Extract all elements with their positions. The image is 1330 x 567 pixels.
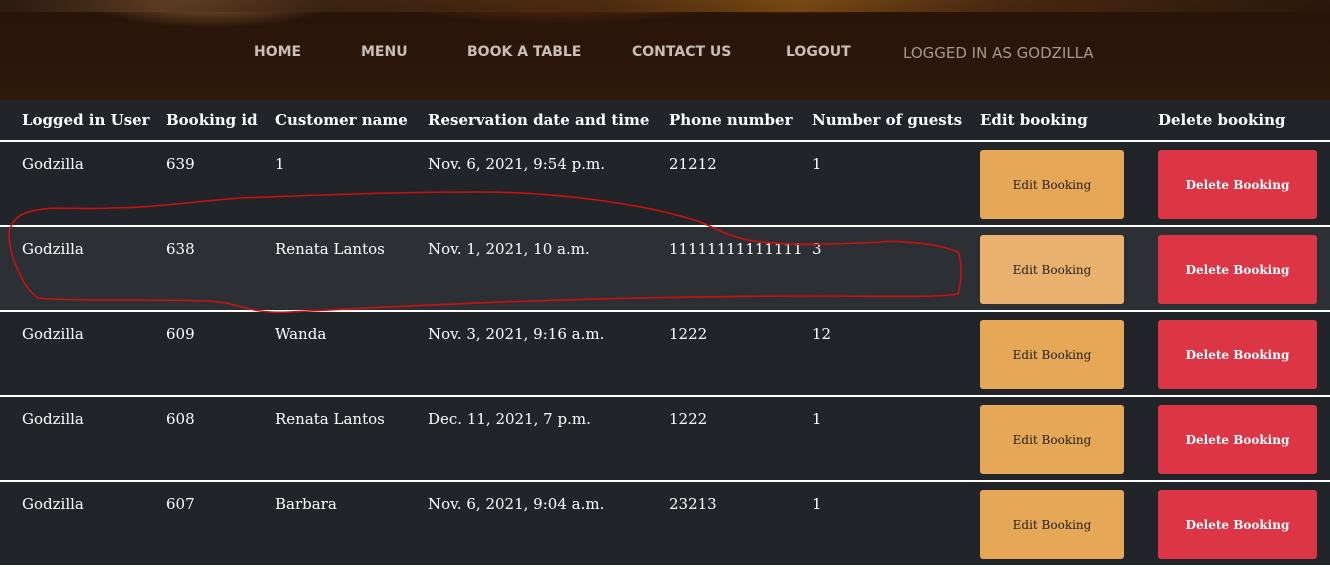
edit-booking-button[interactable]: Edit Booking [980,405,1124,474]
delete-booking-button[interactable]: Delete Booking [1158,320,1317,389]
site-header: HOME MENU BOOK A TABLE CONTACT US LOGOUT… [0,0,1330,100]
nav-contact-us-link[interactable]: CONTACT US [632,44,731,60]
edit-booking-button[interactable]: Edit Booking [980,320,1124,389]
cell-number-of-guests: 1 [812,396,980,482]
cell-booking-id: 607 [166,481,275,567]
cell-booking-id: 639 [166,141,275,227]
nav-logout-link[interactable]: LOGOUT [786,44,851,60]
column-header-number-of-guests: Number of guests [812,100,980,142]
cell-customer-name: Renata Lantos [275,226,428,312]
cell-booking-id: 608 [166,396,275,482]
cell-reservation-datetime: Nov. 3, 2021, 9:16 a.m. [428,311,669,397]
cell-delete: Delete Booking [1158,141,1330,227]
cell-delete: Delete Booking [1158,481,1330,567]
main-nav: HOME MENU BOOK A TABLE CONTACT US LOGOUT… [0,44,1330,66]
column-header-booking-id: Booking id [166,100,275,142]
table-row: Godzilla 638 Renata Lantos Nov. 1, 2021,… [0,226,1330,312]
bookings-table: Logged in User Booking id Customer name … [0,100,1330,567]
cell-edit: Edit Booking [980,396,1158,482]
cell-phone-number: 1222 [669,396,812,482]
table-header-row: Logged in User Booking id Customer name … [0,100,1330,142]
cell-reservation-datetime: Nov. 6, 2021, 9:04 a.m. [428,481,669,567]
cell-number-of-guests: 12 [812,311,980,397]
cell-customer-name: Barbara [275,481,428,567]
column-header-logged-in-user: Logged in User [0,100,166,142]
cell-booking-id: 609 [166,311,275,397]
column-header-edit-booking: Edit booking [980,100,1158,142]
cell-booking-id: 638 [166,226,275,312]
cell-phone-number: 1222 [669,311,812,397]
cell-number-of-guests: 1 [812,481,980,567]
cell-edit: Edit Booking [980,141,1158,227]
cell-edit: Edit Booking [980,311,1158,397]
cell-phone-number: 21212 [669,141,812,227]
cell-edit: Edit Booking [980,481,1158,567]
cell-delete: Delete Booking [1158,396,1330,482]
table-row: Godzilla 607 Barbara Nov. 6, 2021, 9:04 … [0,481,1330,567]
column-header-customer-name: Customer name [275,100,428,142]
cell-customer-name: Renata Lantos [275,396,428,482]
cell-reservation-datetime: Dec. 11, 2021, 7 p.m. [428,396,669,482]
cell-user: Godzilla [0,481,166,567]
cell-phone-number: 11111111111111 [669,226,812,312]
edit-booking-button[interactable]: Edit Booking [980,150,1124,219]
cell-customer-name: 1 [275,141,428,227]
nav-menu-link[interactable]: MENU [361,44,408,60]
table-row: Godzilla 639 1 Nov. 6, 2021, 9:54 p.m. 2… [0,141,1330,227]
cell-delete: Delete Booking [1158,226,1330,312]
table-row: Godzilla 609 Wanda Nov. 3, 2021, 9:16 a.… [0,311,1330,397]
logged-in-status: LOGGED IN AS GODZILLA [903,44,1094,62]
cell-edit: Edit Booking [980,226,1158,312]
cell-user: Godzilla [0,311,166,397]
column-header-delete-booking: Delete booking [1158,100,1330,142]
cell-user: Godzilla [0,396,166,482]
edit-booking-button[interactable]: Edit Booking [980,490,1124,559]
header-background-image [0,0,1330,12]
cell-number-of-guests: 1 [812,141,980,227]
cell-number-of-guests: 3 [812,226,980,312]
delete-booking-button[interactable]: Delete Booking [1158,150,1317,219]
cell-delete: Delete Booking [1158,311,1330,397]
cell-phone-number: 23213 [669,481,812,567]
delete-booking-button[interactable]: Delete Booking [1158,405,1317,474]
column-header-reservation-datetime: Reservation date and time [428,100,669,142]
delete-booking-button[interactable]: Delete Booking [1158,235,1317,304]
delete-booking-button[interactable]: Delete Booking [1158,490,1317,559]
cell-user: Godzilla [0,141,166,227]
cell-reservation-datetime: Nov. 6, 2021, 9:54 p.m. [428,141,669,227]
column-header-phone-number: Phone number [669,100,812,142]
nav-book-a-table-link[interactable]: BOOK A TABLE [467,44,581,60]
cell-customer-name: Wanda [275,311,428,397]
cell-reservation-datetime: Nov. 1, 2021, 10 a.m. [428,226,669,312]
cell-user: Godzilla [0,226,166,312]
edit-booking-button[interactable]: Edit Booking [980,235,1124,304]
nav-home-link[interactable]: HOME [254,44,301,60]
table-row: Godzilla 608 Renata Lantos Dec. 11, 2021… [0,396,1330,482]
